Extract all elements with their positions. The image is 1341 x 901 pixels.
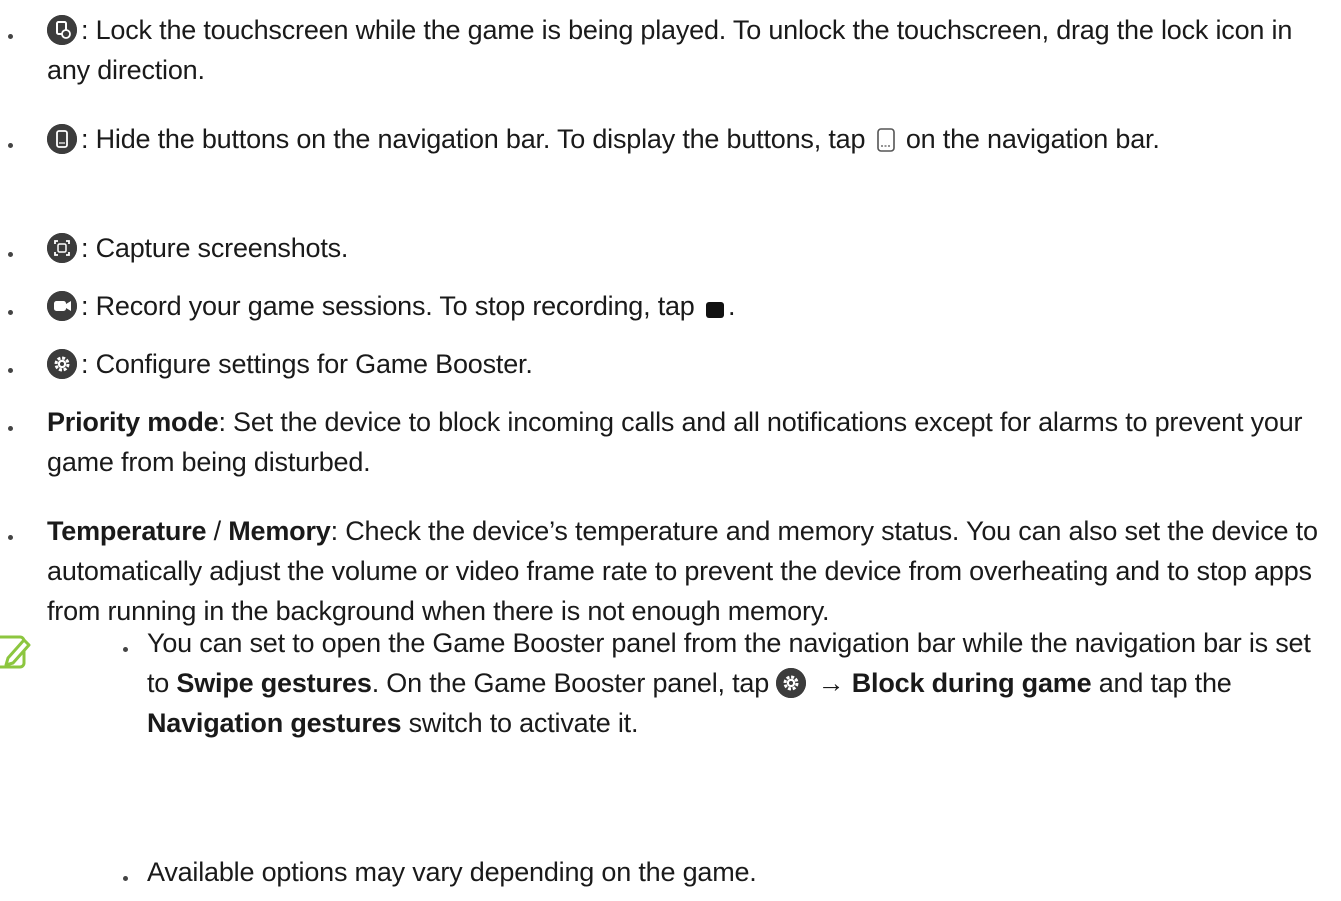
bullet bbox=[8, 143, 13, 148]
list-item-text: : Record your game sessions. To stop rec… bbox=[47, 286, 1337, 331]
bullet bbox=[8, 368, 13, 373]
item-description-end: . bbox=[727, 291, 736, 321]
stop-icon bbox=[704, 291, 726, 331]
term-swipe-gestures: Swipe gestures bbox=[176, 668, 372, 698]
term-memory: Memory bbox=[228, 516, 331, 546]
list-item-text: Priority mode: Set the device to block i… bbox=[47, 402, 1337, 482]
bullet bbox=[8, 310, 13, 315]
item-description: : Record your game sessions. To stop rec… bbox=[81, 291, 702, 321]
separator: / bbox=[206, 516, 229, 546]
item-description: : Lock the touchscreen while the game is… bbox=[47, 15, 1293, 85]
arrow: → bbox=[810, 668, 852, 698]
bullet bbox=[8, 252, 13, 257]
bullet bbox=[8, 426, 13, 431]
bullet bbox=[8, 34, 13, 39]
note-text-part: . On the Game Booster panel, tap bbox=[371, 668, 777, 698]
list-item-text: : Hide the buttons on the navigation bar… bbox=[47, 119, 1337, 164]
hide-navigation-icon bbox=[47, 124, 77, 154]
bullet bbox=[123, 876, 128, 881]
list-item-text: : Capture screenshots. bbox=[47, 228, 1337, 268]
navigation-bar-icon bbox=[875, 124, 897, 164]
settings-icon bbox=[47, 349, 77, 379]
term-temperature: Temperature bbox=[47, 516, 207, 546]
note-pencil-icon bbox=[0, 632, 34, 672]
note-text-part: Available options may vary depending on … bbox=[147, 857, 757, 887]
term-priority-mode: Priority mode bbox=[47, 407, 219, 437]
lock-touchscreen-icon bbox=[47, 15, 77, 45]
list-item-text: Temperature / Memory: Check the device’s… bbox=[47, 511, 1337, 631]
note-text-part: and tap the bbox=[1091, 668, 1232, 698]
item-description: : Set the device to block incoming calls… bbox=[47, 407, 1303, 477]
settings-icon bbox=[776, 668, 807, 698]
bullet bbox=[123, 647, 128, 652]
note-text: You can set to open the Game Booster pan… bbox=[147, 623, 1337, 743]
item-description: : Capture screenshots. bbox=[81, 233, 349, 263]
item-description: : Configure settings for Game Booster. bbox=[81, 349, 533, 379]
term-navigation-gestures: Navigation gestures bbox=[147, 708, 402, 738]
note-text: Available options may vary depending on … bbox=[147, 852, 1337, 892]
record-icon bbox=[47, 291, 77, 321]
note-text-part: switch to activate it. bbox=[401, 708, 639, 738]
item-description: : Hide the buttons on the navigation bar… bbox=[81, 124, 873, 154]
list-item-text: : Configure settings for Game Booster. bbox=[47, 344, 1337, 384]
item-description-end: on the navigation bar. bbox=[898, 124, 1160, 154]
screenshot-icon bbox=[47, 233, 77, 263]
term-block-during-game: Block during game bbox=[851, 668, 1092, 698]
bullet bbox=[8, 535, 13, 540]
list-item-text: : Lock the touchscreen while the game is… bbox=[47, 10, 1337, 90]
